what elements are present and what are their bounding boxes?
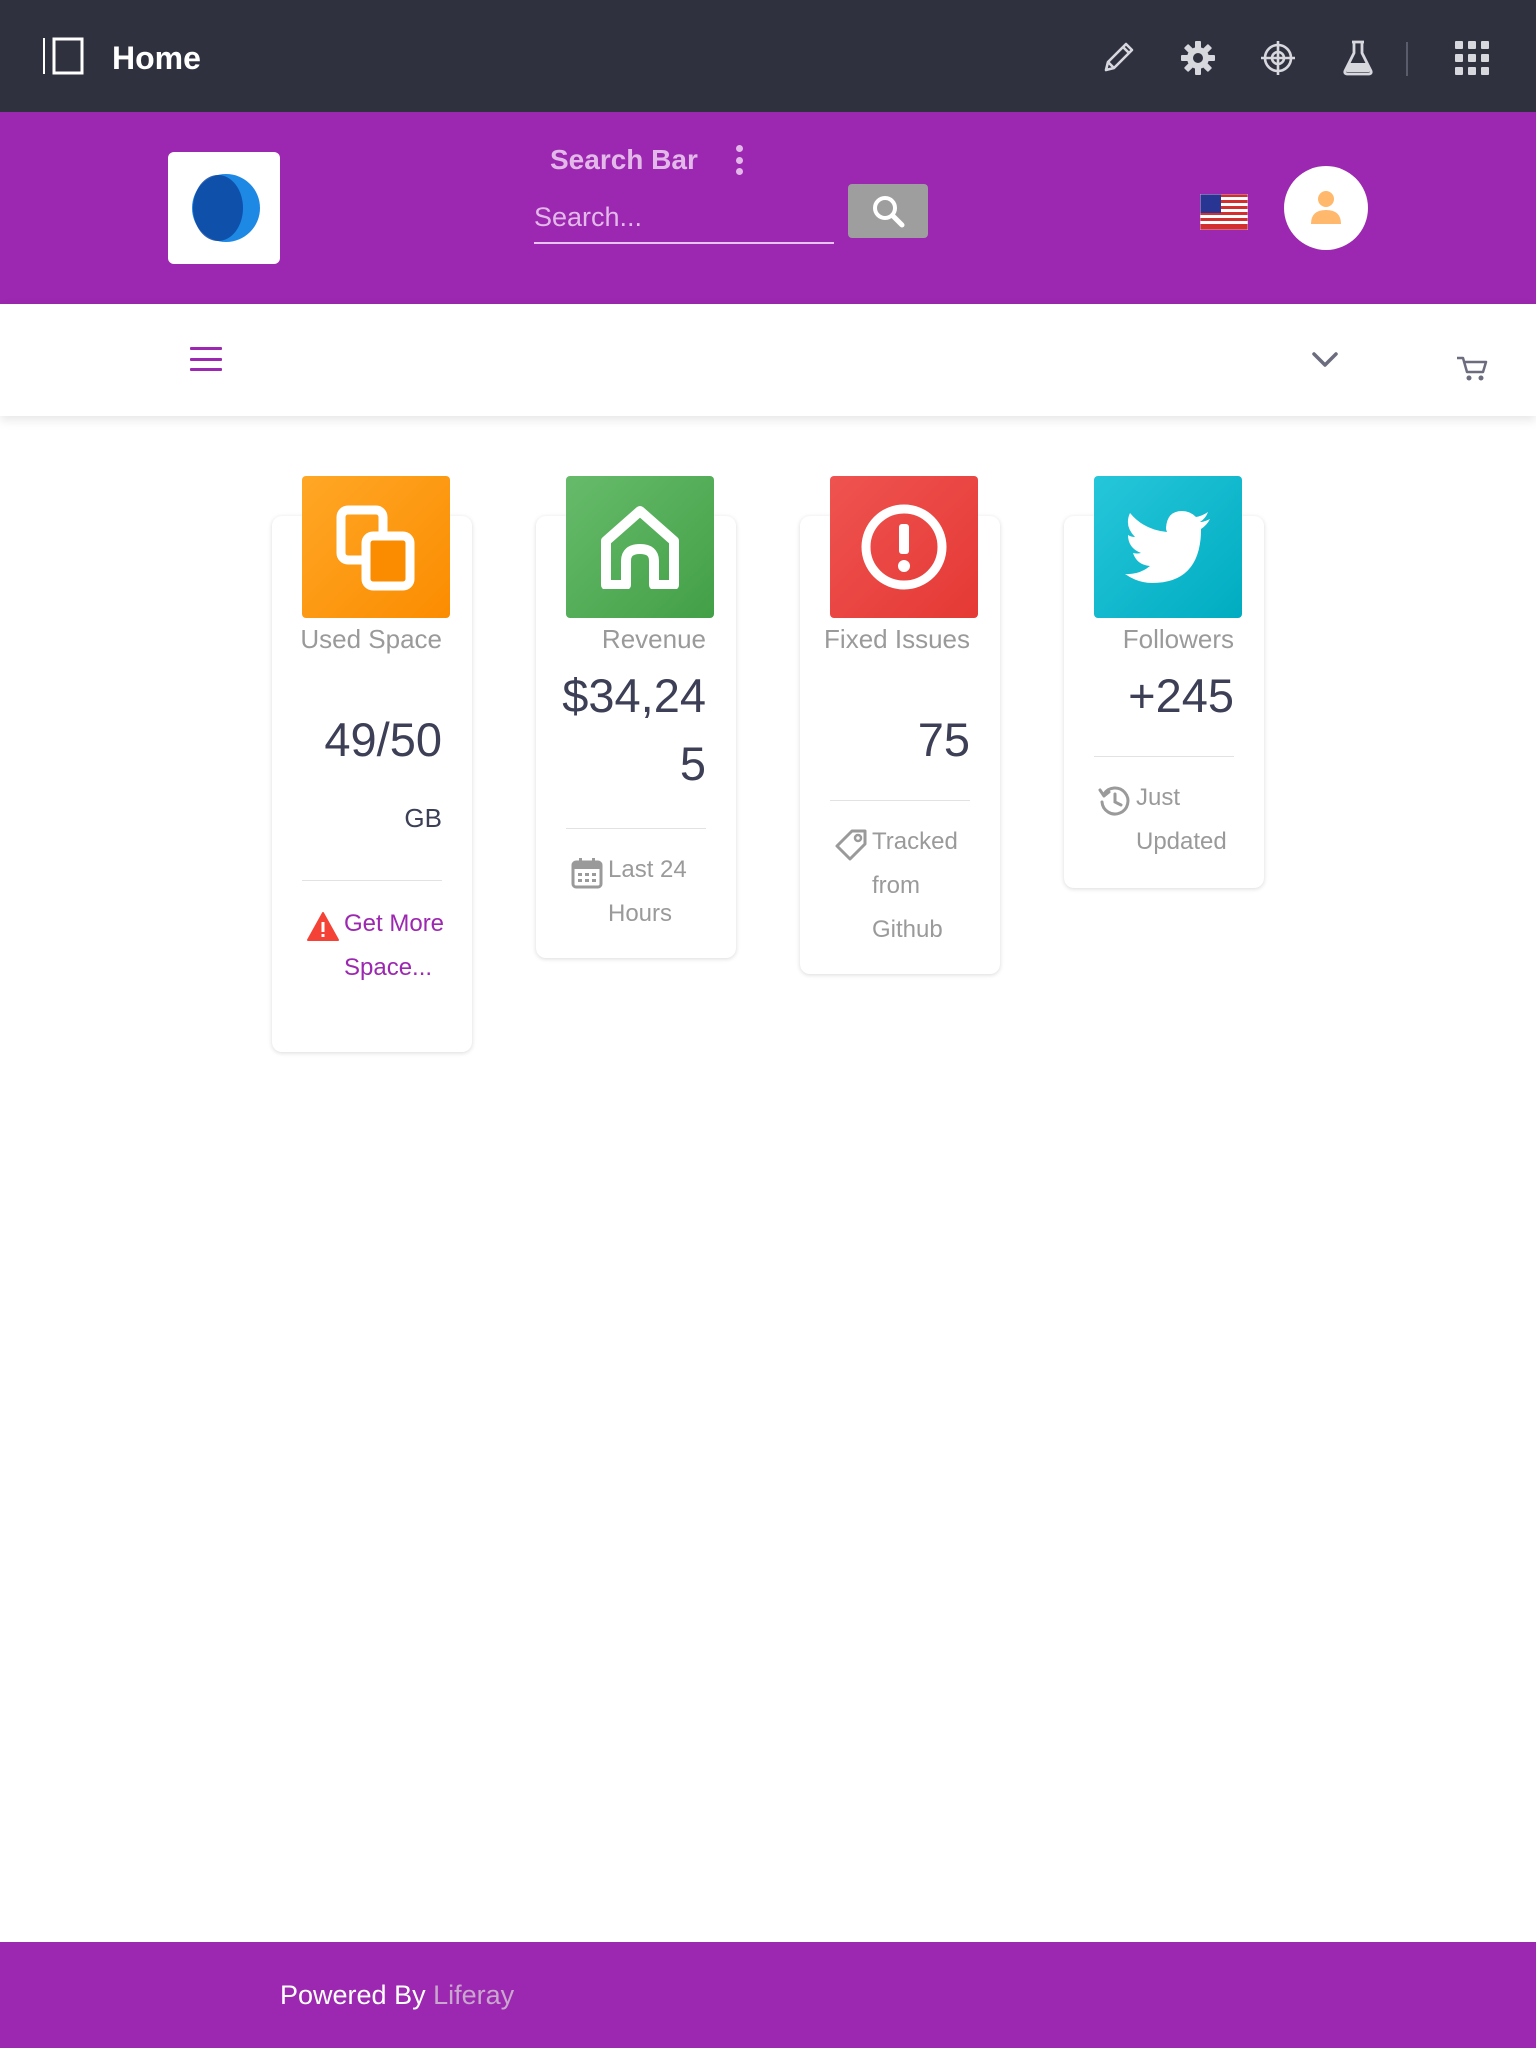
- card-label: Used Space: [300, 624, 442, 654]
- us-flag-icon[interactable]: [1200, 194, 1248, 230]
- control-menu: Home: [0, 0, 1536, 112]
- card-unit: GB: [404, 803, 442, 833]
- search-options-icon[interactable]: [728, 142, 750, 178]
- card-value: +245: [1128, 669, 1234, 722]
- control-menu-divider: [1406, 42, 1408, 76]
- card-value: 49/50: [324, 713, 442, 766]
- powered-by-text: Powered By Liferay: [280, 1978, 514, 2012]
- menu-icon[interactable]: [190, 342, 222, 376]
- home-icon: [566, 476, 714, 618]
- stat-card-used-space: Used Space 49/50 GB Get More Space...: [272, 476, 472, 1052]
- calendar-icon: [571, 858, 603, 889]
- flask-icon[interactable]: [1338, 38, 1378, 78]
- history-icon: [1098, 786, 1130, 816]
- card-value: $34,245: [562, 669, 706, 790]
- info-icon: [830, 476, 978, 618]
- page-title: Home: [112, 40, 201, 76]
- sidebar-toggle-icon[interactable]: [42, 36, 86, 76]
- card-divider: [1094, 756, 1234, 757]
- search-icon: [873, 196, 905, 228]
- card-footer: Last 24 Hours: [570, 848, 720, 936]
- user-avatar[interactable]: [1284, 166, 1368, 250]
- card-value: 75: [917, 713, 970, 766]
- apps-grid-icon[interactable]: [1452, 38, 1492, 78]
- chevron-down-icon[interactable]: [1310, 348, 1340, 372]
- gear-icon[interactable]: [1178, 38, 1218, 78]
- card-footer: Tracked from Github: [834, 820, 984, 952]
- site-footer: Powered By Liferay: [0, 1942, 1536, 2048]
- site-logo[interactable]: [168, 152, 280, 264]
- card-divider: [302, 880, 442, 881]
- stat-card-fixed-issues: Fixed Issues 75 Tracked from Github: [800, 476, 1000, 974]
- card-label: Revenue: [601, 624, 706, 654]
- warning-icon: [307, 912, 339, 941]
- search-input[interactable]: [534, 192, 834, 244]
- card-label: Fixed Issues: [824, 624, 970, 654]
- tag-icon: [835, 829, 867, 861]
- search-button[interactable]: [848, 184, 928, 238]
- simulation-icon[interactable]: [1258, 38, 1298, 78]
- cart-icon[interactable]: [1455, 352, 1489, 382]
- user-icon: [1311, 191, 1341, 224]
- card-footer: Just Updated: [1098, 776, 1248, 864]
- copy-icon: [302, 476, 450, 618]
- liferay-link[interactable]: Liferay: [433, 1980, 514, 2010]
- stat-card-revenue: Revenue $34,245 Last 24 Hours: [536, 476, 736, 958]
- twitter-icon: [1094, 476, 1242, 618]
- site-header: Search Bar: [0, 112, 1536, 304]
- get-more-space-link[interactable]: Get More Space...: [306, 902, 456, 990]
- card-label: Followers: [1122, 624, 1234, 654]
- pencil-icon[interactable]: [1098, 38, 1138, 78]
- card-divider: [566, 828, 706, 829]
- logo-icon: [192, 174, 260, 242]
- card-divider: [830, 800, 970, 801]
- powered-by-label: Powered By: [280, 1980, 426, 2010]
- navigation-bar: [0, 304, 1536, 416]
- stat-card-followers: Followers +245 Just Updated: [1064, 476, 1264, 888]
- search-bar-title: Search Bar: [550, 144, 698, 175]
